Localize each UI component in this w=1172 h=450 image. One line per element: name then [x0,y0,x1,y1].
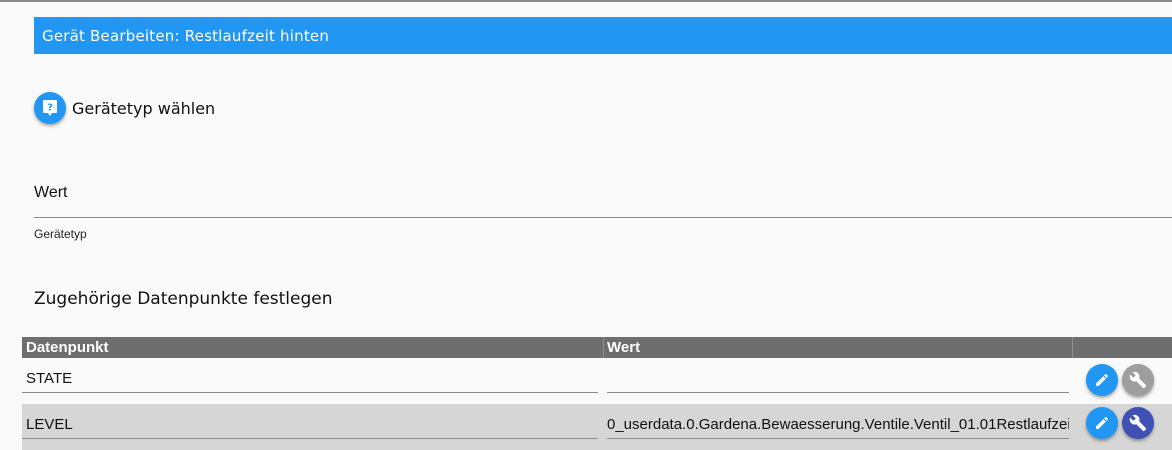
wrench-icon [1129,414,1147,432]
table-row: STATE [22,358,1172,404]
dialog-title: Gerät Bearbeiten: Restlaufzeit hinten [42,26,330,45]
wrench-icon [1129,371,1147,389]
datapoints-section-title: Zugehörige Datenpunkte festlegen [34,289,333,309]
datapoint-settings-button[interactable] [1122,364,1154,396]
dialog-title-bar: Gerät Bearbeiten: Restlaufzeit hinten [34,17,1172,54]
name-underline [22,438,598,439]
table-row: LEVEL 0_userdata.0.Gardena.Bewaesserung.… [22,404,1172,450]
edit-datapoint-button[interactable] [1086,407,1118,439]
device-type-select-value: Wert [34,184,68,201]
device-type-helper-text: Gerätetyp [34,227,87,241]
name-underline [22,392,598,393]
column-divider [603,337,604,358]
value-underline [607,392,1069,393]
device-type-row: ? Gerätetyp wählen [34,92,215,124]
datapoint-settings-button[interactable] [1122,407,1154,439]
column-header-value: Wert [607,339,641,356]
help-icon: ? [43,100,57,116]
select-underline [34,217,1172,218]
datapoint-name: LEVEL [26,416,73,433]
device-type-label: Gerätetyp wählen [72,98,216,118]
column-header-datapoint: Datenpunkt [26,339,109,356]
svg-text:?: ? [47,103,53,114]
datapoint-value-input[interactable]: 0_userdata.0.Gardena.Bewaesserung.Ventil… [607,416,1069,433]
datapoints-table: Datenpunkt Wert STATE LEVEL 0_userdata.0… [22,337,1172,450]
table-header: Datenpunkt Wert [22,337,1172,358]
datapoint-name: STATE [26,370,73,387]
device-type-help-button[interactable]: ? [34,92,66,124]
pencil-icon [1096,373,1109,386]
edit-datapoint-button[interactable] [1086,364,1118,396]
device-type-select[interactable]: Wert [34,178,1172,218]
pencil-icon [1096,416,1109,429]
top-divider [0,0,1172,2]
column-divider [1072,337,1073,358]
value-underline [607,438,1069,439]
